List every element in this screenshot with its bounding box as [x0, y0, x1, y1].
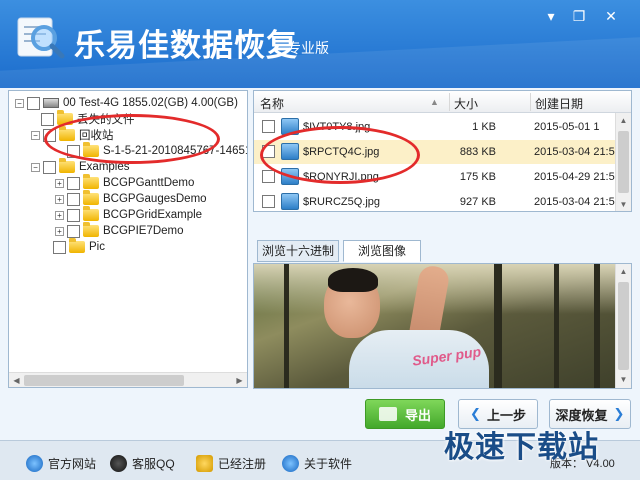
deep-recover-label: 深度恢复 [555, 407, 608, 423]
file-date: 2015-03-04 21:5 [534, 146, 615, 158]
scroll-up-icon[interactable]: ▲ [616, 264, 631, 279]
tree-item-bcgpgaugesdemo[interactable]: + BCGPGaugesDemo [55, 190, 207, 207]
app-title: 乐易佳数据恢复 [74, 28, 298, 64]
scroll-right-icon[interactable]: ▶ [232, 373, 247, 388]
tab-hex-view[interactable]: 浏览十六进制 [257, 240, 339, 262]
folder-icon [83, 206, 99, 221]
tree-item-bcgpie7demo[interactable]: + BCGPIE7Demo [55, 222, 184, 239]
file-size: 927 KB [459, 196, 496, 208]
preview-scrollbar[interactable]: ▲ ▼ [615, 264, 631, 388]
tree-item-drive[interactable]: − 00 Test-4G 1855.02(GB) 4.00(GB) [15, 95, 238, 111]
checkbox[interactable] [43, 160, 56, 174]
tree-item-label: BCGPGanttDemo [103, 177, 195, 189]
folder-icon [69, 238, 85, 253]
tree-item-label: 00 Test-4G 1855.02(GB) 4.00(GB) [63, 97, 238, 109]
registered-link[interactable]: 已经注册 [196, 455, 266, 472]
file-list-scrollbar[interactable]: ▲ ▼ [615, 113, 631, 211]
scrollbar-thumb[interactable] [618, 282, 629, 370]
file-list-header: 名称 ▲ 大小 创建日期 [254, 91, 631, 113]
expand-icon[interactable]: + [55, 194, 64, 204]
folder-icon [59, 158, 75, 173]
file-size: 175 KB [459, 171, 496, 183]
title-bar: 乐易佳数据恢复 专业版 ▾ ❐ ✕ [0, 0, 640, 88]
scrollbar-thumb[interactable] [618, 131, 629, 193]
export-button-label: 导出 [404, 407, 431, 423]
collapse-icon[interactable]: − [31, 162, 40, 172]
export-button[interactable]: 导出 [365, 399, 445, 429]
expand-icon[interactable]: + [55, 178, 64, 188]
checkbox[interactable] [67, 224, 80, 238]
previous-step-label: 上一步 [486, 407, 526, 423]
scroll-down-icon[interactable]: ▼ [616, 197, 631, 211]
file-date: 2015-05-01 1 [534, 121, 600, 133]
tree-item-bcgpgridexample[interactable]: + BCGPGridExample [55, 206, 203, 223]
scroll-up-icon[interactable]: ▲ [616, 113, 631, 128]
collapse-icon[interactable]: − [31, 130, 40, 140]
checkbox[interactable] [27, 96, 40, 110]
image-file-icon [281, 193, 299, 210]
scroll-left-icon[interactable]: ◀ [9, 373, 24, 388]
link-label: 官方网站 [48, 457, 97, 471]
highlight-circle-selected-file [260, 126, 420, 184]
image-preview: Super pup ▲ ▼ [253, 263, 632, 389]
tree-item-label: BCGPGaugesDemo [103, 193, 207, 205]
link-label: 关于软件 [304, 457, 353, 471]
about-link[interactable]: 关于软件 [282, 455, 352, 472]
file-size: 1 KB [472, 121, 496, 133]
file-name: $RURCZ5Q.jpg [303, 196, 381, 208]
folder-icon [83, 222, 99, 237]
restore-button[interactable]: ❐ [568, 7, 590, 25]
checkbox[interactable] [262, 170, 275, 183]
ie-icon [26, 455, 43, 472]
info-icon [282, 455, 299, 472]
app-edition: 专业版 [287, 41, 329, 57]
file-date: 2015-03-04 21:5 [534, 196, 615, 208]
checkbox[interactable] [67, 208, 80, 222]
checkbox[interactable] [67, 176, 80, 190]
tree-item-label: BCGPIE7Demo [103, 225, 184, 237]
official-site-link[interactable]: 官方网站 [26, 455, 96, 472]
key-icon [196, 455, 213, 472]
link-label: 客服QQ [132, 457, 175, 471]
column-name[interactable]: 名称 [260, 95, 284, 112]
support-qq-link[interactable]: 客服QQ [110, 455, 175, 472]
tree-item-label: Pic [89, 241, 105, 253]
tab-image-view[interactable]: 浏览图像 [343, 240, 421, 262]
file-date: 2015-04-29 21:5 [534, 171, 615, 183]
qq-penguin-icon [110, 455, 127, 472]
checkbox[interactable] [262, 120, 275, 133]
expand-icon[interactable]: + [55, 210, 64, 220]
folder-icon [83, 174, 99, 189]
link-label: 已经注册 [218, 457, 267, 471]
close-button[interactable]: ✕ [600, 7, 622, 25]
column-date[interactable]: 创建日期 [535, 95, 583, 112]
hard-disk-icon [43, 98, 59, 108]
column-size[interactable]: 大小 [454, 95, 478, 112]
tree-item-pic[interactable]: Pic [53, 238, 105, 255]
tree-item-label: BCGPGridExample [103, 209, 203, 221]
export-icon [378, 407, 397, 421]
expand-icon[interactable]: + [55, 226, 64, 236]
checkbox[interactable] [41, 112, 54, 126]
checkbox[interactable] [53, 240, 66, 254]
scroll-down-icon[interactable]: ▼ [616, 372, 631, 387]
checkbox[interactable] [262, 195, 275, 208]
checkbox[interactable] [67, 192, 80, 206]
chevron-left-icon: ❮ [470, 406, 481, 421]
watermark-text: 极速下载站 [444, 430, 599, 465]
tree-item-bcgpganttdemo[interactable]: + BCGPGanttDemo [55, 174, 195, 191]
highlight-circle-recycle-bin [44, 114, 220, 164]
file-size: 883 KB [459, 146, 496, 158]
magnifier-logo-icon [17, 17, 65, 59]
scrollbar-thumb[interactable] [24, 375, 184, 386]
minimize-button[interactable]: ▾ [540, 7, 562, 25]
sort-arrow-icon: ▲ [430, 97, 439, 107]
collapse-icon[interactable]: − [15, 98, 24, 108]
chevron-right-icon: ❯ [613, 406, 625, 421]
file-row[interactable]: $RURCZ5Q.jpg 927 KB 2015-03-04 21:5 [254, 190, 616, 211]
folder-icon [83, 190, 99, 205]
tree-horizontal-scrollbar[interactable]: ◀ ▶ [9, 372, 247, 387]
